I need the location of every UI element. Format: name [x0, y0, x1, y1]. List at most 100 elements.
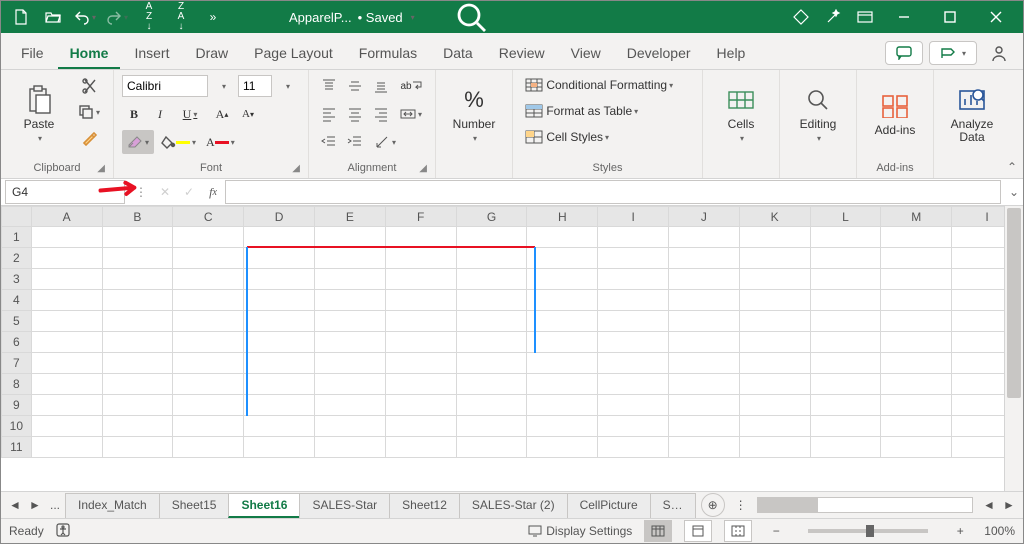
sheet-tab[interactable]: SALES-Star: [299, 493, 390, 518]
row-header[interactable]: 4: [2, 290, 32, 311]
cell[interactable]: [668, 311, 739, 332]
select-all-corner[interactable]: [2, 207, 32, 227]
cell[interactable]: [173, 332, 244, 353]
number-format-button[interactable]: % Number▾: [444, 74, 504, 154]
cell[interactable]: [102, 248, 173, 269]
cell[interactable]: [244, 374, 315, 395]
cell[interactable]: [102, 269, 173, 290]
tab-review[interactable]: Review: [487, 37, 557, 69]
row-header[interactable]: 6: [2, 332, 32, 353]
cell[interactable]: [385, 269, 456, 290]
cell[interactable]: [598, 416, 669, 437]
hscroll-right[interactable]: ►: [999, 498, 1019, 512]
editing-button[interactable]: Editing▾: [788, 74, 848, 154]
wrap-text-button[interactable]: ab: [395, 74, 427, 98]
conditional-formatting-button[interactable]: Conditional Formatting▾: [521, 74, 677, 96]
cell[interactable]: [810, 374, 881, 395]
cell[interactable]: [598, 332, 669, 353]
cell[interactable]: [244, 290, 315, 311]
cell[interactable]: [739, 227, 810, 248]
fx-icon[interactable]: fx: [201, 180, 225, 204]
cell[interactable]: [598, 374, 669, 395]
merge-center-button[interactable]: ▾: [395, 102, 427, 126]
cell[interactable]: [314, 374, 385, 395]
cell[interactable]: [881, 248, 952, 269]
enter-formula-icon[interactable]: ✓: [177, 180, 201, 204]
add-sheet-button[interactable]: ⊕: [701, 493, 725, 517]
column-header[interactable]: A: [31, 207, 102, 227]
font-size-dropdown[interactable]: ▾: [276, 74, 300, 98]
cell[interactable]: [102, 290, 173, 311]
cell[interactable]: [244, 332, 315, 353]
cell[interactable]: [31, 269, 102, 290]
cell[interactable]: [314, 395, 385, 416]
row-header[interactable]: 8: [2, 374, 32, 395]
tab-home[interactable]: Home: [58, 37, 121, 69]
column-header[interactable]: B: [102, 207, 173, 227]
cell[interactable]: [739, 374, 810, 395]
expand-formula-icon[interactable]: ⌄: [1005, 185, 1023, 199]
cell[interactable]: [881, 437, 952, 458]
cell[interactable]: [385, 311, 456, 332]
cell[interactable]: [385, 437, 456, 458]
cell[interactable]: [173, 353, 244, 374]
sort-az-icon[interactable]: AZ↓: [133, 1, 165, 33]
column-header[interactable]: G: [456, 207, 527, 227]
format-painter-icon[interactable]: [77, 126, 101, 150]
sheet-tab[interactable]: Sheet15: [159, 493, 230, 518]
cell[interactable]: [31, 290, 102, 311]
new-file-icon[interactable]: [5, 1, 37, 33]
column-header[interactable]: H: [527, 207, 598, 227]
name-box-dropdown[interactable]: ⋮: [129, 180, 153, 204]
cell[interactable]: [173, 248, 244, 269]
italic-button[interactable]: I: [148, 102, 172, 126]
open-file-icon[interactable]: [37, 1, 69, 33]
font-name-dropdown[interactable]: ▾: [212, 74, 236, 98]
horizontal-scrollbar[interactable]: [757, 497, 973, 513]
cell[interactable]: [668, 269, 739, 290]
name-box[interactable]: G4: [5, 180, 125, 204]
copy-icon[interactable]: ▾: [73, 100, 105, 124]
tab-help[interactable]: Help: [705, 37, 758, 69]
tab-formulas[interactable]: Formulas: [347, 37, 429, 69]
cell[interactable]: [456, 311, 527, 332]
zoom-in-button[interactable]: +: [948, 519, 972, 543]
cells-button[interactable]: Cells▾: [711, 74, 771, 154]
cell[interactable]: [810, 395, 881, 416]
cell[interactable]: [739, 269, 810, 290]
dialog-launcher-icon[interactable]: ◢: [419, 163, 427, 174]
tab-developer[interactable]: Developer: [615, 37, 703, 69]
cell[interactable]: [244, 269, 315, 290]
tab-file[interactable]: File: [9, 37, 56, 69]
cell[interactable]: [668, 227, 739, 248]
sheet-nav-prev[interactable]: ◄: [5, 498, 25, 512]
cell[interactable]: [527, 395, 598, 416]
column-header[interactable]: F: [385, 207, 456, 227]
cell[interactable]: [668, 353, 739, 374]
cell[interactable]: [244, 353, 315, 374]
cell[interactable]: [173, 416, 244, 437]
column-header[interactable]: I: [598, 207, 669, 227]
cell[interactable]: [173, 374, 244, 395]
cell[interactable]: [314, 437, 385, 458]
cell[interactable]: [385, 248, 456, 269]
column-header[interactable]: K: [739, 207, 810, 227]
cell[interactable]: [102, 332, 173, 353]
cell[interactable]: [668, 437, 739, 458]
shrink-font-icon[interactable]: A▾: [236, 102, 260, 126]
vertical-scrollbar[interactable]: [1004, 206, 1023, 491]
row-header[interactable]: 7: [2, 353, 32, 374]
cell[interactable]: [244, 437, 315, 458]
align-middle-icon[interactable]: [343, 74, 367, 98]
column-header[interactable]: L: [810, 207, 881, 227]
cell[interactable]: [598, 353, 669, 374]
cell[interactable]: [244, 248, 315, 269]
cell[interactable]: [810, 353, 881, 374]
cell[interactable]: [456, 248, 527, 269]
dialog-launcher-icon[interactable]: ◢: [97, 163, 105, 174]
align-center-icon[interactable]: [343, 102, 367, 126]
cell[interactable]: [881, 227, 952, 248]
cell[interactable]: [810, 416, 881, 437]
cell[interactable]: [598, 248, 669, 269]
cell[interactable]: [668, 416, 739, 437]
